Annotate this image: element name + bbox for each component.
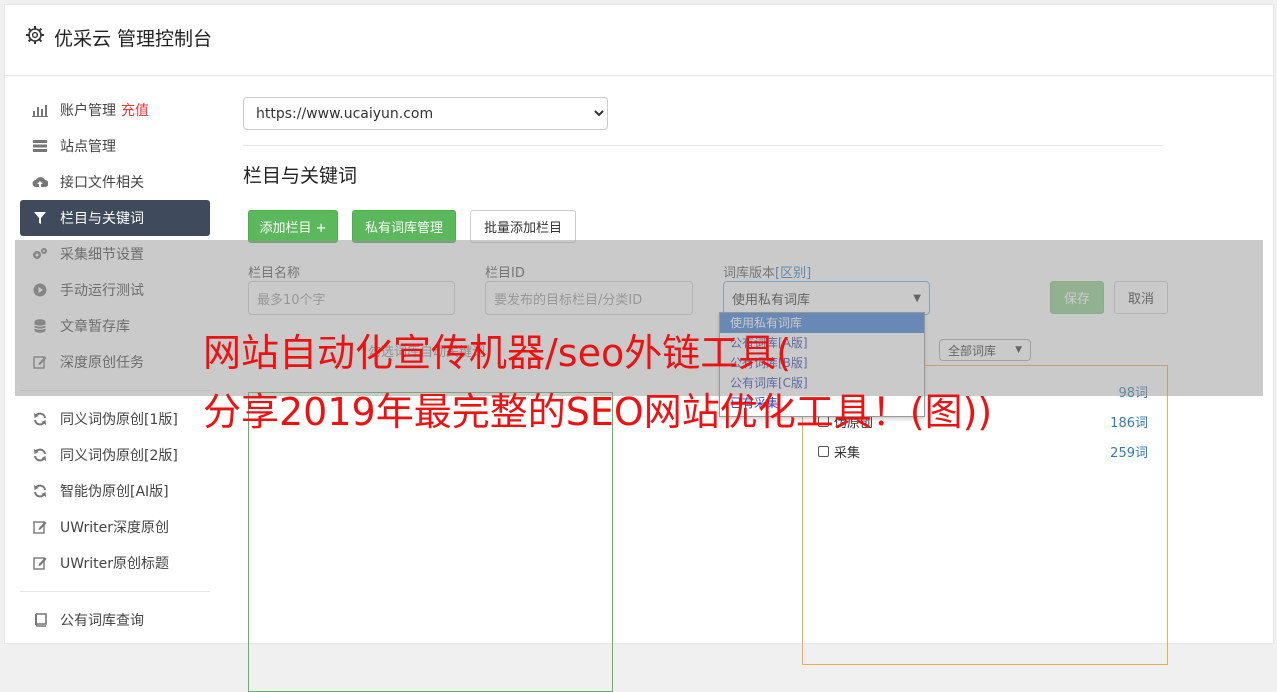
sidebar-item-interface[interactable]: 接口文件相关 [20,164,210,200]
sidebar-item-label: 智能伪原创[AI版] [60,484,169,500]
sidebar-item-label: 站点管理 [60,139,116,155]
edit-icon [32,555,48,571]
sidebar-item-columns[interactable]: 栏目与关键词 [20,200,210,236]
checkbox[interactable] [818,446,829,457]
bar-chart-icon [32,102,48,118]
filter-icon [32,210,48,226]
refresh-icon [32,411,48,427]
private-lexicon-button[interactable]: 私有词库管理 [352,210,456,243]
sidebar-item-label: 接口文件相关 [60,175,144,191]
batch-add-button[interactable]: 批量添加栏目 [470,210,576,243]
sidebar-item-label: 账户管理 [60,103,116,119]
header: 优采云 管理控制台 [5,5,1273,76]
sidebar-item-synonym-1[interactable]: 同义词伪原创[1版] [20,401,210,437]
sidebar-item-uwriter[interactable]: UWriter深度原创 [20,509,210,545]
sidebar-item-synonym-2[interactable]: 同义词伪原创[2版] [20,437,210,473]
server-icon [32,138,48,154]
cloud-upload-icon [32,174,48,190]
page-title: 优采云 管理控制台 [54,28,213,50]
edit-icon [32,519,48,535]
overlay-headline-line1: 网站自动化宣传机器/seo外链工具( [203,331,792,375]
sidebar-item-label: 公有词库查询 [60,613,144,629]
gear-icon [26,26,44,44]
sidebar-item-account[interactable]: 账户管理 充值 [20,92,210,128]
lexicon-row-label: 采集 [834,446,861,461]
sidebar-item-ai[interactable]: 智能伪原创[AI版] [20,473,210,509]
recharge-link[interactable]: 充值 [121,100,149,120]
sidebar-item-label: 同义词伪原创[1版] [60,412,178,428]
sidebar-divider [20,591,210,592]
lexicon-count: 186词 [1110,416,1148,431]
overlay-headline-line2: 分享2019年最完整的SEO网站优化工具！(图)) [203,390,993,434]
refresh-icon [32,447,48,463]
lexicon-row[interactable]: 采集 259词 [818,442,1148,461]
left-keyword-panel [248,392,613,692]
sidebar-item-label: 同义词伪原创[2版] [60,448,178,464]
divider [243,145,1163,146]
sidebar-item-label: UWriter深度原创 [60,520,169,536]
sidebar-item-label: 栏目与关键词 [60,211,144,227]
sidebar-item-public-lexicon[interactable]: 公有词库查询 [20,602,210,638]
sidebar-item-site[interactable]: 站点管理 [20,128,210,164]
add-column-button[interactable]: 添加栏目 + [248,210,338,243]
site-select[interactable]: https://www.ucaiyun.com [243,97,608,130]
sidebar-item-uwriter-title[interactable]: UWriter原创标题 [20,545,210,581]
refresh-icon [32,483,48,499]
sidebar-item-label: UWriter原创标题 [60,556,169,572]
section-title: 栏目与关键词 [243,165,358,187]
lexicon-count: 259词 [1110,446,1148,461]
book-icon [32,612,48,628]
